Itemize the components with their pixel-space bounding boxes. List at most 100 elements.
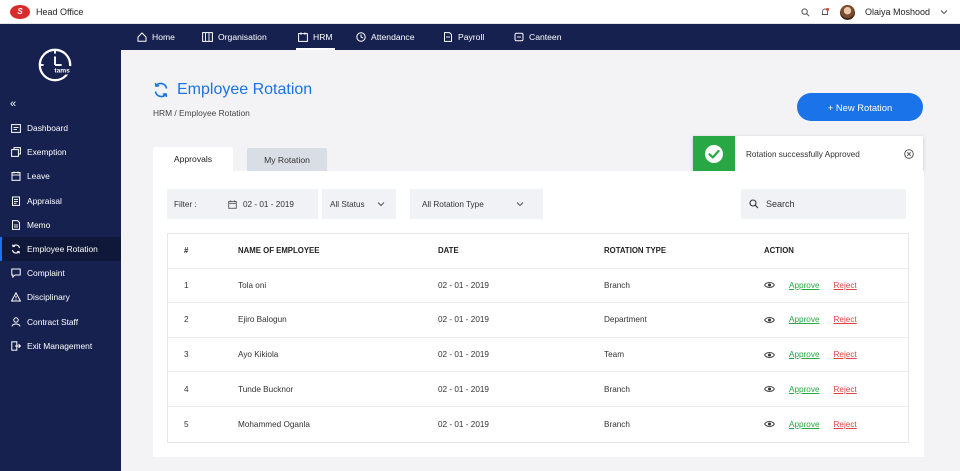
eye-icon[interactable] — [764, 351, 775, 359]
payroll-icon — [443, 32, 453, 42]
status-select[interactable]: All Status — [322, 189, 396, 219]
sidebar-item-exemption[interactable]: Exemption — [0, 140, 121, 164]
tab-my-rotation[interactable]: My Rotation — [247, 148, 327, 171]
tab-hrm[interactable]: HRM — [296, 24, 335, 50]
close-icon[interactable] — [904, 149, 914, 159]
collapse-sidebar-button[interactable]: « — [10, 98, 16, 110]
sidebar-item-label: Appraisal — [27, 195, 62, 206]
sidebar-item-disciplinary[interactable]: Disciplinary — [0, 285, 121, 309]
tab-label: Attendance — [371, 32, 415, 42]
approve-link[interactable]: Approve — [789, 420, 820, 429]
employee-name: Ayo Kikiola — [238, 350, 279, 360]
tams-logo[interactable]: tams — [36, 46, 74, 84]
eye-icon[interactable] — [764, 316, 775, 324]
user-name[interactable]: Olaiya Moshood — [865, 7, 930, 17]
column-header: ACTION — [764, 246, 794, 256]
sidebar-nav: Dashboard Exemption Leave Appraisal Memo… — [0, 116, 121, 358]
new-rotation-button[interactable]: + New Rotation — [797, 93, 923, 121]
sidebar-item-memo[interactable]: Memo — [0, 213, 121, 237]
table-row: 4 Tunde Bucknor 02 - 01 - 2019 Branch Ap… — [168, 372, 908, 407]
appraisal-icon — [10, 195, 22, 207]
clock-icon — [356, 32, 366, 42]
filter-label: Filter : — [167, 189, 217, 219]
sidebar-item-label: Memo — [27, 219, 51, 230]
tab-label: Home — [152, 32, 175, 42]
tab-label: Canteen — [529, 32, 562, 42]
sidebar-item-employee-rotation[interactable]: Employee Rotation — [0, 236, 121, 262]
approve-link[interactable]: Approve — [789, 350, 820, 359]
tab-label: Organisation — [218, 32, 267, 42]
approve-link[interactable]: Approve — [789, 315, 820, 324]
sidebar-item-exit-management[interactable]: Exit Management — [0, 334, 121, 358]
calendar-icon — [228, 199, 237, 209]
reject-link[interactable]: Reject — [834, 385, 857, 394]
column-header: # — [184, 246, 189, 256]
sidebar-item-contract-staff[interactable]: Contract Staff — [0, 310, 121, 334]
row-number: 1 — [184, 280, 189, 290]
toast-message: Rotation successfully Approved — [746, 149, 860, 159]
employee-name: Tola oni — [238, 280, 267, 290]
chevron-down-icon — [377, 201, 385, 207]
sidebar-item-leave[interactable]: Leave — [0, 164, 121, 188]
tab-attendance[interactable]: Attendance — [356, 24, 414, 50]
hrm-icon — [298, 32, 308, 42]
sidebar-item-dashboard[interactable]: Dashboard — [0, 116, 121, 140]
module-nav: Home Organisation HRM Attendance Payroll… — [121, 24, 960, 50]
brand-logo[interactable]: S — [10, 4, 30, 19]
rotation-icon — [10, 243, 22, 255]
row-number: 4 — [184, 384, 189, 394]
tab-home[interactable]: Home — [137, 24, 175, 50]
avatar[interactable] — [839, 4, 855, 20]
rotation-type-select[interactable]: All Rotation Type — [410, 189, 543, 219]
warning-icon — [10, 291, 22, 303]
rotation-table: # NAME OF EMPLOYEE DATE ROTATION TYPE AC… — [167, 233, 909, 443]
breadcrumb[interactable]: HRM / Employee Rotation — [153, 108, 250, 118]
approve-link[interactable]: Approve — [789, 281, 820, 290]
eye-icon[interactable] — [764, 385, 775, 393]
brand-logo-text: S — [17, 7, 23, 16]
rotation-type-value: All Rotation Type — [422, 199, 484, 209]
eye-icon[interactable] — [764, 281, 775, 289]
approvals-panel: Filter : 02 - 01 - 2019 All Status All R… — [153, 171, 924, 457]
employee-name: Tunde Bucknor — [238, 384, 294, 394]
tab-payroll[interactable]: Payroll — [443, 24, 484, 50]
tab-label: HRM — [313, 32, 333, 42]
column-header: ROTATION TYPE — [604, 246, 667, 256]
reject-link[interactable]: Reject — [834, 420, 857, 429]
canteen-icon — [514, 32, 524, 42]
brand-label[interactable]: Head Office — [36, 7, 83, 17]
leave-icon — [10, 170, 22, 182]
eye-icon[interactable] — [764, 420, 775, 428]
home-icon — [137, 32, 147, 42]
chevron-down-icon[interactable] — [940, 9, 948, 15]
chevron-down-icon — [516, 201, 524, 207]
sidebar-item-appraisal[interactable]: Appraisal — [0, 189, 121, 213]
sidebar-item-complaint[interactable]: Complaint — [0, 261, 121, 285]
table-row: 2 Ejiro Balogun 02 - 01 - 2019 Departmen… — [168, 303, 908, 338]
search-icon — [749, 199, 759, 209]
sidebar-item-label: Dashboard — [27, 123, 68, 134]
tab-organisation[interactable]: Organisation — [202, 24, 267, 50]
approve-link[interactable]: Approve — [789, 385, 820, 394]
search-input[interactable]: Search — [741, 189, 906, 219]
row-actions: Approve Reject — [764, 303, 857, 337]
tab-approvals[interactable]: Approvals — [153, 147, 233, 171]
dashboard-icon — [10, 122, 22, 134]
search-icon[interactable] — [801, 7, 810, 17]
date-filter[interactable]: 02 - 01 - 2019 — [217, 189, 318, 219]
sidebar-item-label: Exemption — [27, 147, 67, 158]
reject-link[interactable]: Reject — [834, 350, 857, 359]
rotation-date: 02 - 01 - 2019 — [438, 384, 489, 394]
reject-link[interactable]: Reject — [834, 315, 857, 324]
sidebar-item-label: Leave — [27, 171, 50, 182]
sidebar-item-label: Exit Management — [27, 340, 93, 351]
sidebar-item-label: Employee Rotation — [27, 244, 98, 255]
row-number: 3 — [184, 350, 189, 360]
reject-link[interactable]: Reject — [834, 281, 857, 290]
table-row: 5 Mohammed Oganla 02 - 01 - 2019 Branch … — [168, 407, 908, 442]
tab-canteen[interactable]: Canteen — [514, 24, 562, 50]
success-toast: Rotation successfully Approved — [693, 136, 923, 172]
table-row: 3 Ayo Kikiola 02 - 01 - 2019 Team Approv… — [168, 338, 908, 373]
top-bar: S Head Office Olaiya Moshood — [0, 0, 960, 24]
bell-icon[interactable] — [820, 7, 830, 17]
